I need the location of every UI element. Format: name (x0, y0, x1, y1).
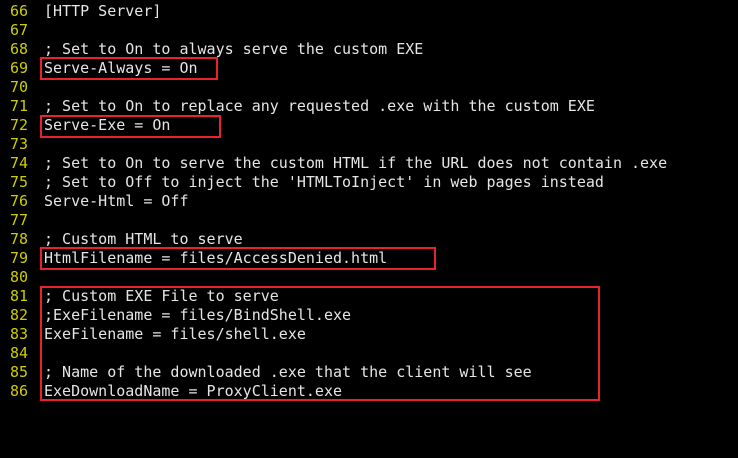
highlight-box (40, 115, 221, 138)
editor-line: 76 Serve-Html = Off (0, 192, 189, 211)
line-number: 79 (10, 249, 29, 267)
editor-line: 69 Serve-Always = On (0, 59, 198, 78)
line-text: ; Set to On to serve the custom HTML if … (44, 154, 668, 172)
line-text: ; Set to Off to inject the 'HTMLToInject… (44, 173, 604, 191)
line-number: 84 (10, 344, 29, 362)
line-number: 72 (10, 116, 29, 134)
line-number: 71 (10, 97, 29, 115)
editor-line: 67 (0, 21, 36, 40)
line-text: Serve-Html = Off (44, 192, 189, 210)
line-number: 82 (10, 306, 29, 324)
line-number: 77 (10, 211, 29, 229)
editor-line: 68 ; Set to On to always serve the custo… (0, 40, 423, 59)
highlight-box (40, 286, 600, 401)
editor-line: 70 (0, 78, 36, 97)
line-number: 67 (10, 21, 29, 39)
line-number: 83 (10, 325, 29, 343)
editor-line: 82 ;ExeFilename = files/BindShell.exe (0, 306, 351, 325)
line-text: ; Set to On to replace any requested .ex… (44, 97, 595, 115)
line-number: 86 (10, 382, 29, 400)
editor-line: 74 ; Set to On to serve the custom HTML … (0, 154, 667, 173)
editor-line: 86 ExeDownloadName = ProxyClient.exe (0, 382, 342, 401)
line-number: 66 (10, 2, 29, 20)
line-number: 85 (10, 363, 29, 381)
editor-line: 79 HtmlFilename = files/AccessDenied.htm… (0, 249, 387, 268)
text-editor[interactable]: 66 [HTTP Server] 67 68 ; Set to On to al… (0, 0, 738, 403)
editor-line: 75 ; Set to Off to inject the 'HTMLToInj… (0, 173, 604, 192)
highlight-box (40, 57, 218, 80)
editor-line: 71 ; Set to On to replace any requested … (0, 97, 595, 116)
line-number: 68 (10, 40, 29, 58)
highlight-box (40, 247, 436, 270)
editor-line: 83 ExeFilename = files/shell.exe (0, 325, 306, 344)
line-number: 70 (10, 78, 29, 96)
line-number: 76 (10, 192, 29, 210)
line-number: 81 (10, 287, 29, 305)
line-number: 80 (10, 268, 29, 286)
editor-line: 72 Serve-Exe = On (0, 116, 170, 135)
line-number: 75 (10, 173, 29, 191)
editor-line: 84 (0, 344, 36, 363)
line-number: 73 (10, 135, 29, 153)
line-text: [HTTP Server] (44, 2, 162, 20)
editor-line: 77 (0, 211, 36, 230)
line-number: 78 (10, 230, 29, 248)
editor-line: 85 ; Name of the downloaded .exe that th… (0, 363, 532, 382)
editor-line: 73 (0, 135, 36, 154)
editor-line: 66 [HTTP Server] (0, 2, 161, 21)
editor-line: 78 ; Custom HTML to serve (0, 230, 243, 249)
line-number: 74 (10, 154, 29, 172)
editor-line: 81 ; Custom EXE File to serve (0, 287, 279, 306)
editor-line: 80 (0, 268, 36, 287)
line-number: 69 (10, 59, 29, 77)
